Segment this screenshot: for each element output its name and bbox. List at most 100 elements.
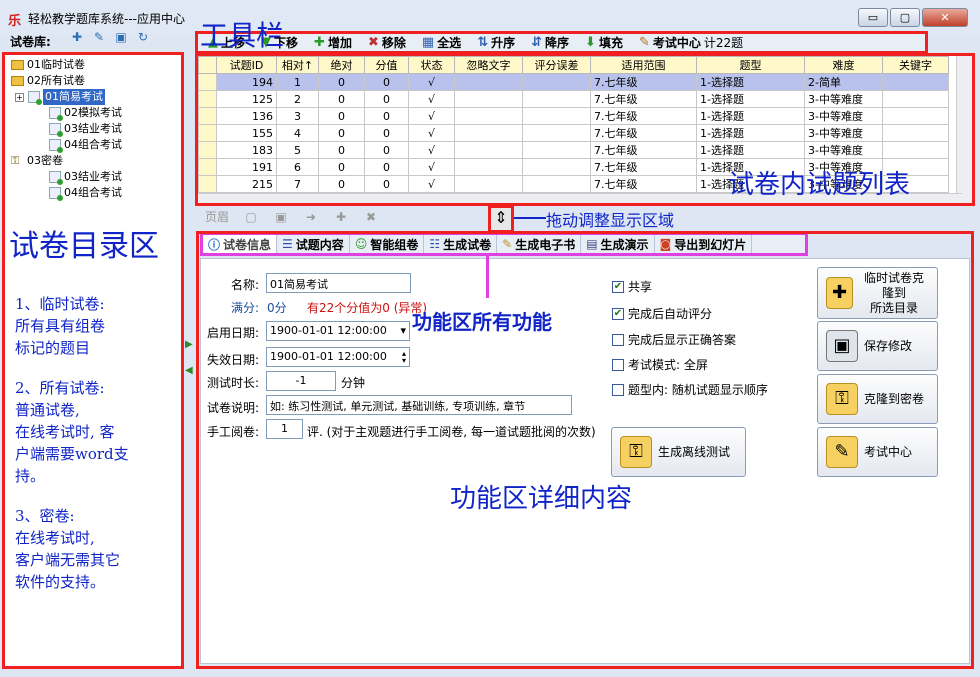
save-icon[interactable]: ▣ <box>273 210 289 224</box>
edit-paper-icon[interactable]: ✎ <box>92 30 106 46</box>
row-indicator-header <box>198 56 217 74</box>
sort-desc-button[interactable]: ⇵ 降序 <box>531 34 569 51</box>
tab-generate-ebook[interactable]: ✎ 生成电子书 <box>497 235 582 253</box>
tab-generate-paper[interactable]: ☷ 生成试卷 <box>424 235 498 253</box>
option-share[interactable]: ✔ 共享 <box>612 278 652 295</box>
open-icon[interactable]: ▢ <box>243 210 259 224</box>
column-header[interactable]: 状态 <box>408 56 455 74</box>
option-show-answer[interactable]: 完成后显示正确答案 <box>612 331 736 348</box>
tab-paper-info[interactable]: ⓘ 试卷信息 <box>203 235 278 253</box>
folder-icon[interactable]: ▣ <box>114 30 128 46</box>
clone-to-folder-button[interactable]: ✚ 临时试卷克隆到 所选目录 <box>817 267 938 319</box>
column-header[interactable]: 相对↑ <box>276 56 319 74</box>
column-header[interactable]: 适用范围 <box>590 56 697 74</box>
page-header-button[interactable]: 页眉 <box>205 208 229 225</box>
tree-item-simple-exam[interactable]: +01简易考试 <box>15 89 105 105</box>
spinner-icon[interactable]: ▴ ▾ <box>402 350 406 365</box>
expand-arrow-icon[interactable]: ▶ <box>185 332 193 358</box>
grid-vertical-scrollbar[interactable] <box>956 56 972 203</box>
option-auto-score[interactable]: ✔ 完成后自动评分 <box>612 305 712 322</box>
table-row[interactable]: 194 1 0 0 √ 7.七年级 1-选择题 2-简单 <box>198 73 949 91</box>
tab-question-content[interactable]: ☰ 试题内容 <box>277 235 350 253</box>
sort-asc-button[interactable]: ⇅ 升序 <box>477 34 515 51</box>
option-fullscreen[interactable]: 考试模式: 全屏 <box>612 356 708 373</box>
expand-icon[interactable]: + <box>15 92 24 102</box>
tab-label: 生成试卷 <box>443 237 492 252</box>
exam-center-button[interactable]: ✎ 考试中心 计22题 <box>639 34 743 51</box>
description-input[interactable]: 如: 练习性测试, 单元测试, 基础训练, 专项训练, 章节 <box>266 395 572 415</box>
tab-generate-demo[interactable]: ▤ 生成演示 <box>581 235 655 253</box>
duration-input[interactable]: -1 <box>266 371 336 391</box>
table-row[interactable]: 183 5 0 0 √ 7.七年级 1-选择题 3-中等难度 <box>198 141 949 159</box>
select-all-button[interactable]: ▦ 全选 <box>422 34 461 51</box>
column-header[interactable]: 试题ID <box>216 56 277 74</box>
button-label: 生成离线测试 <box>658 444 731 459</box>
table-header-row: 试题ID 相对↑ 绝对 分值 状态 忽略文字 评分误差 适用范围 题型 难度 关… <box>198 56 949 74</box>
manual-grading-input[interactable]: 1 <box>266 419 303 439</box>
minimize-button[interactable]: ▭ <box>858 8 888 27</box>
panel-toggle[interactable]: ▶ ◀ <box>185 332 193 384</box>
table-row[interactable]: 136 3 0 0 √ 7.七年级 1-选择题 3-中等难度 <box>198 107 949 125</box>
table-row[interactable]: 125 2 0 0 √ 7.七年级 1-选择题 3-中等难度 <box>198 90 949 108</box>
duration-unit: 分钟 <box>341 376 366 390</box>
column-header[interactable]: 绝对 <box>318 56 365 74</box>
generate-offline-test-button[interactable]: ⚿ 生成离线测试 <box>611 427 746 477</box>
checkbox-checked[interactable]: ✔ <box>612 280 624 293</box>
select-all-icon: ▦ <box>421 35 435 50</box>
column-header[interactable]: 分值 <box>364 56 409 74</box>
doc-icon <box>49 107 63 121</box>
cell-scope: 7.七年级 <box>590 107 697 125</box>
end-date-input[interactable]: 1900-01-01 12:00:00 ▴ ▾ <box>266 347 410 367</box>
checkbox-unchecked[interactable] <box>612 383 624 396</box>
start-date-input[interactable]: 1900-01-01 12:00:00 ▾ <box>266 321 410 341</box>
fill-button[interactable]: ⬇ 填充 <box>585 34 623 51</box>
doc-icon <box>49 139 63 153</box>
tree-item-temp[interactable]: 01临时试卷 <box>11 57 85 73</box>
option-random-order[interactable]: 题型内: 随机试题显示顺序 <box>612 381 768 398</box>
page-toolbar: 页眉 ▢ ▣ ➜ ✚ ✖ <box>205 208 379 225</box>
tab-export-slides[interactable]: ◙ 导出到幻灯片 <box>655 235 753 253</box>
tree-item-secret-combo[interactable]: 04组合考试 <box>49 185 122 201</box>
start-date-value: 1900-01-01 12:00:00 <box>270 324 387 337</box>
resize-splitter[interactable]: ⇕ <box>488 205 514 233</box>
remove-page-icon[interactable]: ✖ <box>363 210 379 224</box>
save-changes-button[interactable]: ▣ 保存修改 <box>817 321 938 371</box>
exam-center-panel-button[interactable]: ✎ 考试中心 <box>817 427 938 477</box>
tree-item-secret-final[interactable]: 03结业考试 <box>49 169 122 185</box>
column-header[interactable]: 关键字 <box>882 56 949 74</box>
column-header[interactable]: 难度 <box>804 56 883 74</box>
close-button[interactable]: ✕ <box>922 8 968 27</box>
add-button[interactable]: ✚ 增加 <box>314 34 352 51</box>
table-row[interactable]: 155 4 0 0 √ 7.七年级 1-选择题 3-中等难度 <box>198 124 949 142</box>
title-bar: 乐 轻松教学题库系统---应用中心 ▭ ▢ ✕ <box>0 0 980 34</box>
refresh-icon[interactable]: ↻ <box>136 30 150 46</box>
remove-button[interactable]: ✖ 移除 <box>368 34 406 51</box>
key-icon: ⚿ <box>826 383 858 415</box>
tab-label: 生成电子书 <box>515 237 576 252</box>
new-paper-icon[interactable]: ✚ <box>70 30 84 46</box>
tree-item-combo-exam[interactable]: 04组合考试 <box>49 137 122 153</box>
column-header[interactable]: 忽略文字 <box>454 56 523 74</box>
add-page-icon[interactable]: ✚ <box>333 210 349 224</box>
checkbox-checked[interactable]: ✔ <box>612 307 624 320</box>
tree-item-all[interactable]: 02所有试卷 <box>11 73 85 89</box>
tree-item-secret[interactable]: ⚿ 03密卷 <box>11 153 63 169</box>
collapse-arrow-icon[interactable]: ◀ <box>185 358 193 384</box>
cell-ignore <box>454 73 523 91</box>
tree-item-final-exam[interactable]: 03结业考试 <box>49 121 122 137</box>
cell-id: 155 <box>216 124 277 142</box>
tree-item-mock-exam[interactable]: 02模拟考试 <box>49 105 122 121</box>
column-header[interactable]: 题型 <box>696 56 805 74</box>
export-icon[interactable]: ➜ <box>303 210 319 224</box>
column-header[interactable]: 评分误差 <box>522 56 591 74</box>
checkbox-unchecked[interactable] <box>612 333 624 346</box>
maximize-button[interactable]: ▢ <box>890 8 920 27</box>
cell-status: √ <box>408 73 455 91</box>
cell-scope: 7.七年级 <box>590 141 697 159</box>
checkbox-unchecked[interactable] <box>612 358 624 371</box>
tab-smart-compose[interactable]: ☺ 智能组卷 <box>350 235 425 253</box>
clone-to-secret-button[interactable]: ⚿ 克隆到密卷 <box>817 374 938 424</box>
window-title: 轻松教学题库系统---应用中心 <box>28 12 185 26</box>
name-input[interactable]: 01简易考试 <box>266 273 411 293</box>
chevron-down-icon[interactable]: ▾ <box>400 324 406 337</box>
